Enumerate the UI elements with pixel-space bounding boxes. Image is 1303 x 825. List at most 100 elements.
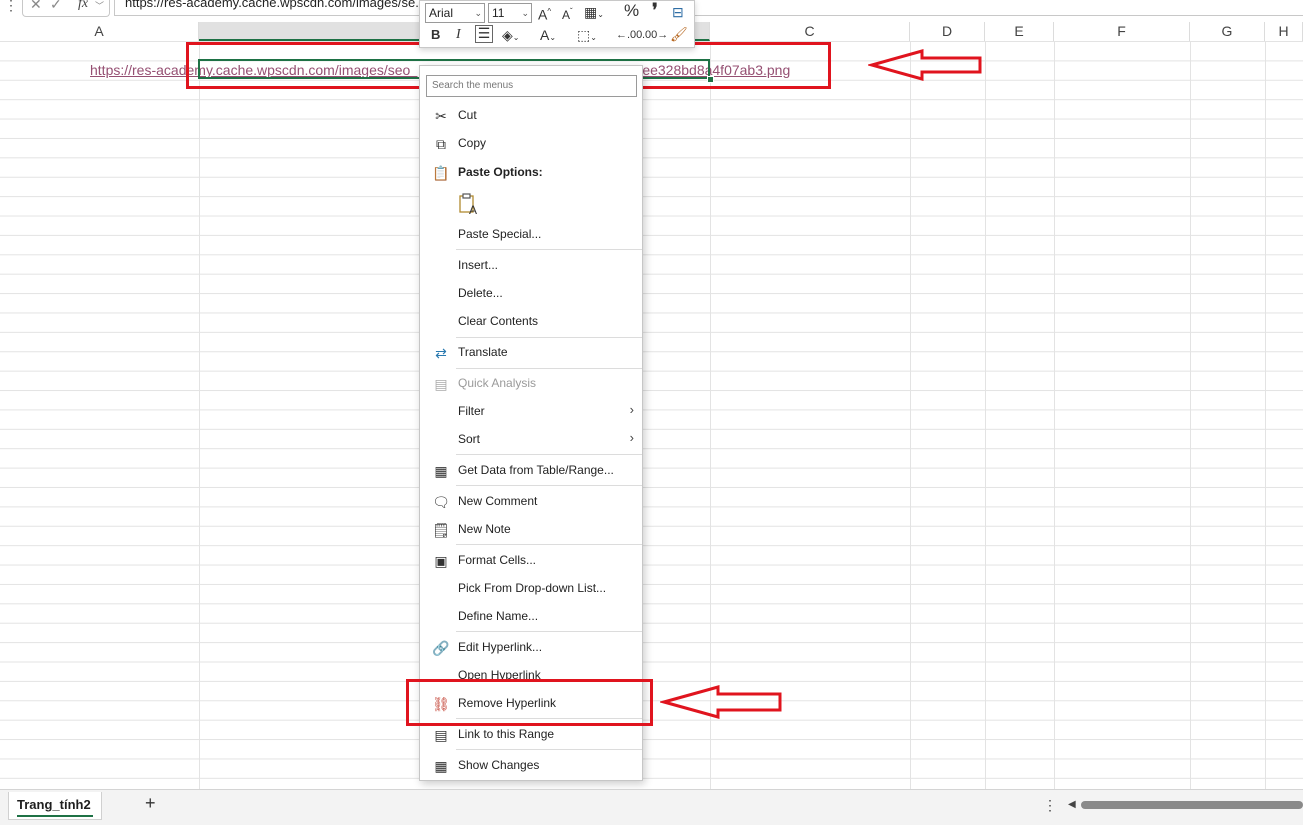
increase-decimal-label: .00 [627, 29, 643, 41]
chevron-down-icon: ⌄ [521, 8, 529, 18]
borders-icon[interactable]: ⬚⌄ [577, 26, 597, 47]
mini-toolbar: Arial ⌄ 11 ⌄ A^ Aˇ ▦⌄ % ❜ ⊟ B I ☰ ◈⌄ A⌄ … [419, 0, 695, 48]
column-header-f[interactable]: F [1054, 22, 1190, 41]
font-size-value: 11 [492, 6, 505, 20]
menu-item-quick-analysis[interactable]: ▤ Quick Analysis [420, 371, 642, 397]
font-size-select[interactable]: 11 ⌄ [488, 3, 532, 23]
menu-separator [456, 544, 642, 545]
column-header-c[interactable]: C [710, 22, 910, 41]
menu-item-pick-dropdown[interactable]: Pick From Drop-down List... [420, 576, 642, 602]
formula-input[interactable]: https://res-academy.cache.wpscdn.com/ima… [114, 0, 1303, 16]
menu-separator [456, 454, 642, 455]
chevron-down-icon: ⌄ [474, 8, 482, 18]
clipboard-icon: 📋 [432, 165, 450, 181]
cell-grid[interactable] [0, 41, 1303, 789]
scroll-left-icon[interactable]: ◀ [1068, 799, 1076, 810]
enter-icon[interactable]: ✓ [50, 0, 62, 13]
menu-item-label: Translate [458, 345, 508, 359]
menu-item-get-data[interactable]: ▦ Get Data from Table/Range... [420, 458, 642, 484]
show-changes-icon: ▦ [434, 758, 448, 774]
menu-item-label: New Comment [458, 494, 538, 508]
menu-separator [456, 631, 642, 632]
menu-item-label: Filter [458, 404, 485, 418]
menu-item-label: Pick From Drop-down List... [458, 581, 607, 595]
grid-line [910, 41, 911, 789]
decrease-font-size-icon[interactable]: Aˇ [562, 3, 573, 24]
add-sheet-button[interactable]: + [145, 793, 156, 814]
menu-item-define-name[interactable]: Define Name... [420, 604, 642, 630]
menu-item-label: Clear Contents [458, 314, 539, 328]
menu-item-copy[interactable]: ⧉ Copy [420, 131, 642, 157]
paste-options-label: Paste Options: [458, 165, 543, 179]
menu-item-label: Format Cells... [458, 553, 537, 567]
quick-analysis-icon: ▤ [434, 376, 448, 392]
table-icon: ▦ [434, 463, 448, 479]
decrease-decimal-icon[interactable]: .00→ [642, 26, 668, 44]
grid-line [1054, 41, 1055, 789]
menu-item-label: Quick Analysis [458, 376, 537, 390]
increase-decimal-icon[interactable]: ←.00 [616, 26, 642, 44]
align-center-icon[interactable]: ☰ [475, 25, 493, 43]
accounting-format-icon[interactable]: ▦⌄ [584, 3, 604, 24]
menu-item-format-cells[interactable]: ▣ Format Cells... [420, 548, 642, 574]
increase-font-size-icon[interactable]: A^ [538, 3, 551, 24]
cancel-icon[interactable]: ✕ [30, 0, 42, 13]
chevron-down-icon[interactable]: ﹀ [95, 0, 104, 12]
menu-item-label: New Note [458, 522, 511, 536]
sheet-tab-bar: Trang_tính2 + ⋮ ◀ [0, 789, 1303, 825]
column-header-d[interactable]: D [910, 22, 985, 41]
column-header-g[interactable]: G [1190, 22, 1265, 41]
note-icon: 🗒 [432, 522, 450, 538]
chevron-right-icon: › [629, 402, 634, 417]
translate-icon: ⇄ [435, 345, 447, 361]
menu-item-translate[interactable]: ⇄ Translate [420, 340, 642, 366]
menu-item-delete[interactable]: Delete... [420, 281, 642, 307]
menu-item-label: Sort [458, 432, 481, 446]
menu-item-clear-contents[interactable]: Clear Contents [420, 309, 642, 335]
italic-button[interactable]: I [456, 26, 461, 44]
column-header-a[interactable]: A [0, 22, 199, 41]
horizontal-scrollbar[interactable] [1081, 801, 1303, 809]
percent-style-icon[interactable]: % [624, 2, 639, 20]
format-painter-icon[interactable]: 🖌 [670, 25, 688, 43]
column-header-h[interactable]: H [1265, 22, 1303, 41]
fill-color-icon[interactable]: ◈⌄ [502, 26, 519, 47]
annotation-arrow-remove-hyperlink [660, 685, 782, 719]
menu-item-filter[interactable]: Filter › [420, 399, 642, 425]
menu-separator [456, 249, 642, 250]
comma-style-icon[interactable]: ❜ [652, 1, 658, 19]
menu-item-sort[interactable]: Sort › [420, 427, 642, 453]
menu-item-new-comment[interactable]: 🗨 New Comment [420, 489, 642, 515]
paste-values-icon[interactable]: A [458, 192, 480, 216]
menu-item-label: Link to this Range [458, 727, 555, 741]
formula-bar-options-icon[interactable]: ⋮ [4, 0, 18, 14]
grid-line [1265, 41, 1266, 789]
menu-item-label: Cut [458, 108, 477, 122]
font-color-button[interactable]: A⌄ [540, 26, 556, 47]
sheet-tab-label: Trang_tính2 [17, 797, 91, 812]
chevron-right-icon: › [629, 430, 634, 445]
menu-item-show-changes[interactable]: ▦ Show Changes [420, 753, 642, 779]
scissors-icon: ✂ [435, 108, 447, 124]
more-options-icon[interactable]: ⋮ [1043, 797, 1057, 814]
annotation-box-remove-hyperlink [406, 679, 653, 726]
search-menus-input[interactable]: Search the menus [426, 75, 637, 97]
menu-item-edit-hyperlink[interactable]: 🔗 Edit Hyperlink... [420, 635, 642, 661]
sheet-tab[interactable]: Trang_tính2 [8, 792, 102, 820]
menu-item-new-note[interactable]: 🗒 New Note [420, 517, 642, 543]
menu-item-insert[interactable]: Insert... [420, 253, 642, 279]
menu-separator [456, 749, 642, 750]
menu-item-paste-special[interactable]: Paste Special... [420, 222, 642, 248]
insert-function-icon[interactable]: fx [78, 0, 88, 12]
menu-item-cut[interactable]: ✂ Cut [420, 103, 642, 129]
format-cells-icon: ▣ [434, 553, 448, 569]
font-name-select[interactable]: Arial ⌄ [425, 3, 485, 23]
column-header-e[interactable]: E [985, 22, 1054, 41]
grid-line [199, 41, 200, 789]
bold-button[interactable]: B [431, 26, 440, 44]
merge-center-icon[interactable]: ⊟ [672, 3, 684, 21]
menu-item-label: Edit Hyperlink... [458, 640, 543, 654]
menu-item-label: Delete... [458, 286, 503, 300]
font-color-icon: A [540, 27, 550, 43]
link-range-icon: ▤ [434, 727, 448, 743]
